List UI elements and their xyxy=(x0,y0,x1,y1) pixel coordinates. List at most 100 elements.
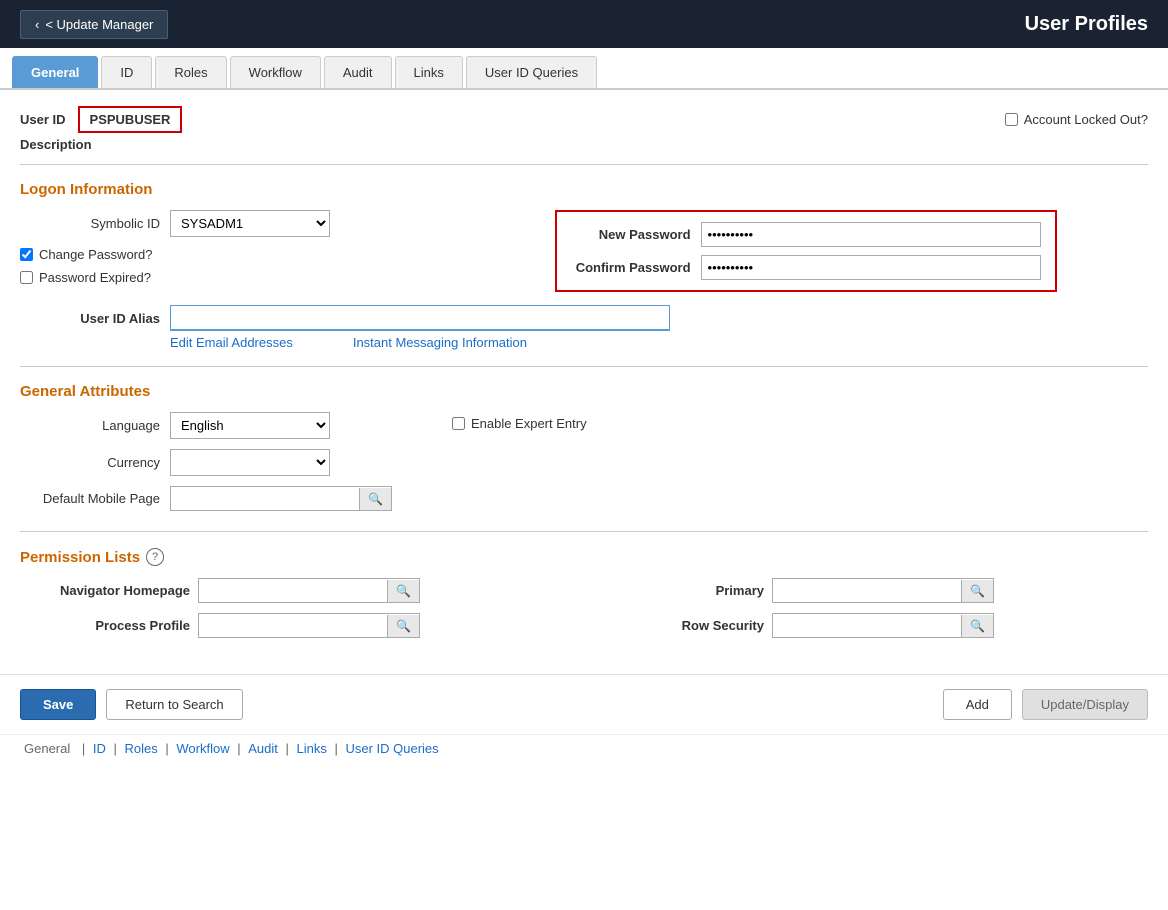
tab-id[interactable]: ID xyxy=(101,56,152,88)
user-id-value: PSPUBUSER xyxy=(78,106,183,133)
bottom-nav-id[interactable]: ID xyxy=(93,741,106,756)
default-mobile-label: Default Mobile Page xyxy=(20,491,160,506)
bottom-nav-roles[interactable]: Roles xyxy=(125,741,158,756)
footer-left-buttons: Save Return to Search xyxy=(20,689,243,720)
password-expired-checkbox[interactable] xyxy=(20,271,33,284)
bottom-nav-sep-6: | xyxy=(334,741,341,756)
row-security-row: Row Security 🔍 xyxy=(614,613,1148,638)
new-password-row: New Password xyxy=(571,222,1041,247)
account-locked-row: Account Locked Out? xyxy=(1005,112,1148,127)
enable-expert-label: Enable Expert Entry xyxy=(471,416,587,431)
enable-expert-row: Enable Expert Entry xyxy=(452,416,587,431)
currency-select[interactable] xyxy=(170,449,330,476)
navigator-homepage-label: Navigator Homepage xyxy=(40,583,190,598)
process-profile-input[interactable] xyxy=(199,614,387,637)
password-expired-label: Password Expired? xyxy=(39,270,151,285)
tab-userid-queries[interactable]: User ID Queries xyxy=(466,56,597,88)
footer-right-buttons: Add Update/Display xyxy=(943,689,1148,720)
back-button[interactable]: ‹ < Update Manager xyxy=(20,10,168,39)
update-display-button[interactable]: Update/Display xyxy=(1022,689,1148,720)
currency-row: Currency xyxy=(20,449,392,476)
currency-label: Currency xyxy=(20,455,160,470)
permission-lists-header: Permission Lists xyxy=(20,549,140,566)
instant-msg-link[interactable]: Instant Messaging Information xyxy=(353,335,527,350)
process-profile-label: Process Profile xyxy=(40,618,190,633)
alias-label: User ID Alias xyxy=(20,311,160,326)
password-section: New Password Confirm Password xyxy=(555,210,1057,292)
new-password-input[interactable] xyxy=(701,222,1041,247)
tab-workflow[interactable]: Workflow xyxy=(230,56,321,88)
bottom-nav-workflow[interactable]: Workflow xyxy=(176,741,229,756)
language-row: Language English French Spanish German xyxy=(20,412,392,439)
language-label: Language xyxy=(20,418,160,433)
general-attributes-left: Language English French Spanish German C… xyxy=(20,412,392,521)
primary-row: Primary 🔍 xyxy=(614,578,1148,603)
edit-email-link[interactable]: Edit Email Addresses xyxy=(170,335,293,350)
bottom-nav-sep-5: | xyxy=(285,741,292,756)
bottom-nav-audit[interactable]: Audit xyxy=(248,741,278,756)
bottom-nav-sep-3: | xyxy=(165,741,172,756)
bottom-nav-sep-1: | xyxy=(82,741,89,756)
row-security-search: 🔍 xyxy=(772,613,994,638)
general-attributes-header: General Attributes xyxy=(20,383,1148,400)
bottom-nav-sep-4: | xyxy=(237,741,244,756)
enable-expert-checkbox[interactable] xyxy=(452,417,465,430)
process-profile-row: Process Profile 🔍 xyxy=(40,613,574,638)
primary-input[interactable] xyxy=(773,579,961,602)
primary-search-btn[interactable]: 🔍 xyxy=(961,580,993,602)
permission-lists-grid: Navigator Homepage 🔍 Primary 🔍 Process P… xyxy=(40,578,1148,638)
user-id-row: User ID PSPUBUSER Account Locked Out? xyxy=(20,106,1148,133)
links-row: Edit Email Addresses Instant Messaging I… xyxy=(170,335,1148,350)
new-password-label: New Password xyxy=(571,227,691,242)
tab-audit[interactable]: Audit xyxy=(324,56,392,88)
confirm-password-label: Confirm Password xyxy=(571,260,691,275)
default-mobile-row: Default Mobile Page 🔍 xyxy=(20,486,392,511)
navigator-homepage-input[interactable] xyxy=(199,579,387,602)
bottom-nav-links[interactable]: Links xyxy=(296,741,326,756)
tab-roles[interactable]: Roles xyxy=(155,56,226,88)
primary-label: Primary xyxy=(614,583,764,598)
change-password-row: Change Password? xyxy=(20,247,515,262)
add-button[interactable]: Add xyxy=(943,689,1012,720)
permission-lists-header-row: Permission Lists ? xyxy=(20,548,1148,566)
symbolic-id-row: Symbolic ID SYSADM1 xyxy=(20,210,515,237)
default-mobile-input[interactable] xyxy=(171,487,359,510)
confirm-password-input[interactable] xyxy=(701,255,1041,280)
save-button[interactable]: Save xyxy=(20,689,96,720)
account-locked-checkbox[interactable] xyxy=(1005,113,1018,126)
process-profile-search-btn[interactable]: 🔍 xyxy=(387,615,419,637)
navigator-homepage-search-btn[interactable]: 🔍 xyxy=(387,580,419,602)
process-profile-search: 🔍 xyxy=(198,613,420,638)
primary-search: 🔍 xyxy=(772,578,994,603)
header: ‹ < Update Manager User Profiles xyxy=(0,0,1168,48)
default-mobile-search: 🔍 xyxy=(170,486,392,511)
bottom-nav: General | ID | Roles | Workflow | Audit … xyxy=(0,734,1168,762)
navigator-homepage-row: Navigator Homepage 🔍 xyxy=(40,578,574,603)
bottom-nav-general: General xyxy=(24,741,70,756)
tabs-bar: General ID Roles Workflow Audit Links Us… xyxy=(0,48,1168,90)
password-expired-row: Password Expired? xyxy=(20,270,515,285)
bottom-nav-userid-queries[interactable]: User ID Queries xyxy=(345,741,438,756)
general-attributes-right: Enable Expert Entry xyxy=(452,412,587,439)
navigator-homepage-search: 🔍 xyxy=(198,578,420,603)
back-icon: ‹ xyxy=(35,17,39,32)
tab-general[interactable]: General xyxy=(12,56,98,88)
page-title: User Profiles xyxy=(1025,13,1148,36)
permission-lists-help-icon[interactable]: ? xyxy=(146,548,164,566)
row-security-search-btn[interactable]: 🔍 xyxy=(961,615,993,637)
row-security-label: Row Security xyxy=(614,618,764,633)
return-to-search-button[interactable]: Return to Search xyxy=(106,689,242,720)
symbolic-id-select[interactable]: SYSADM1 xyxy=(170,210,330,237)
description-label: Description xyxy=(20,137,1148,152)
main-content: User ID PSPUBUSER Account Locked Out? De… xyxy=(0,90,1168,654)
language-select[interactable]: English French Spanish German xyxy=(170,412,330,439)
change-password-label: Change Password? xyxy=(39,247,152,262)
change-password-checkbox[interactable] xyxy=(20,248,33,261)
alias-input[interactable] xyxy=(170,305,670,331)
row-security-input[interactable] xyxy=(773,614,961,637)
footer-buttons: Save Return to Search Add Update/Display xyxy=(0,674,1168,734)
tab-links[interactable]: Links xyxy=(395,56,463,88)
account-locked-label: Account Locked Out? xyxy=(1024,112,1148,127)
default-mobile-search-btn[interactable]: 🔍 xyxy=(359,488,391,510)
alias-row: User ID Alias xyxy=(20,305,1148,331)
